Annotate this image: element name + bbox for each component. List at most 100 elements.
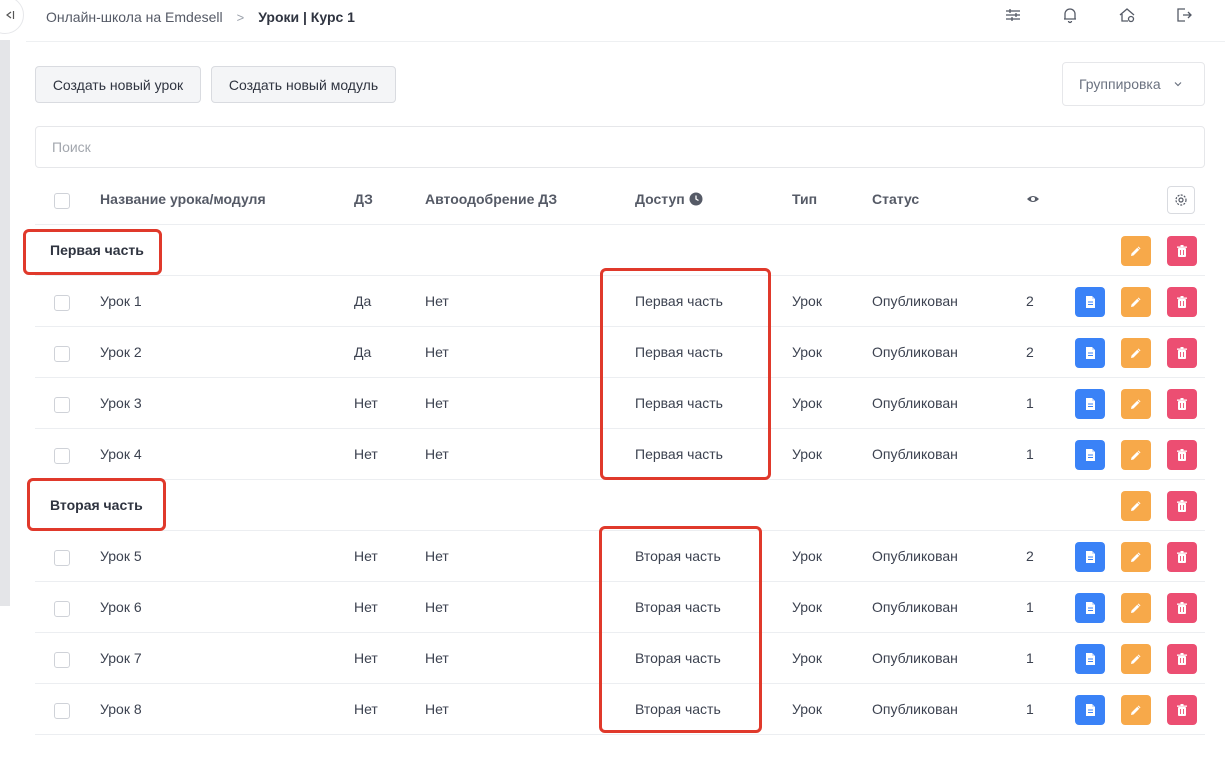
lesson-homework: Нет xyxy=(354,395,378,411)
lesson-row[interactable]: Урок 3 Нет Нет Первая часть Урок Опублик… xyxy=(35,378,1205,429)
open-lesson-icon xyxy=(1083,652,1097,666)
header-homework[interactable]: ДЗ xyxy=(354,174,373,224)
open-lesson-button[interactable] xyxy=(1075,338,1105,368)
module-title[interactable]: Вторая часть xyxy=(50,480,143,530)
delete-lesson-button[interactable] xyxy=(1167,593,1197,623)
home-settings-icon[interactable] xyxy=(1118,6,1138,26)
edit-lesson-button[interactable] xyxy=(1121,542,1151,572)
header-access[interactable]: Доступ xyxy=(635,174,703,224)
delete-module-button[interactable] xyxy=(1167,491,1197,521)
module-row[interactable]: Первая часть xyxy=(35,225,1205,276)
lesson-row[interactable]: Урок 5 Нет Нет Вторая часть Урок Опублик… xyxy=(35,531,1205,582)
open-lesson-button[interactable] xyxy=(1075,593,1105,623)
header-auto-approve[interactable]: Автоодобрение ДЗ xyxy=(425,174,557,224)
filter-sliders-icon[interactable] xyxy=(1004,6,1024,26)
delete-lesson-button[interactable] xyxy=(1167,440,1197,470)
create-module-button[interactable]: Создать новый модуль xyxy=(211,66,396,103)
open-lesson-button[interactable] xyxy=(1075,389,1105,419)
row-checkbox[interactable] xyxy=(54,703,70,719)
lesson-row[interactable]: Урок 6 Нет Нет Вторая часть Урок Опублик… xyxy=(35,582,1205,633)
lesson-status: Опубликован xyxy=(872,701,958,717)
delete-lesson-icon xyxy=(1175,346,1189,360)
left-rail xyxy=(0,0,24,758)
lesson-auto-approve: Нет xyxy=(425,344,449,360)
lesson-row[interactable]: Урок 2 Да Нет Первая часть Урок Опублико… xyxy=(35,327,1205,378)
edit-lesson-icon xyxy=(1129,295,1143,309)
breadcrumb: Онлайн-школа на Emdesell > Уроки | Курс … xyxy=(46,9,355,25)
module-row[interactable]: Вторая часть xyxy=(35,480,1205,531)
edit-lesson-button[interactable] xyxy=(1121,644,1151,674)
lesson-auto-approve: Нет xyxy=(425,446,449,462)
edit-module-button[interactable] xyxy=(1121,491,1151,521)
select-all-checkbox[interactable] xyxy=(54,193,70,209)
edit-lesson-icon xyxy=(1129,652,1143,666)
lesson-name[interactable]: Урок 2 xyxy=(100,327,142,377)
delete-lesson-icon xyxy=(1175,295,1189,309)
logout-icon[interactable] xyxy=(1175,6,1195,26)
breadcrumb-school-link[interactable]: Онлайн-школа на Emdesell xyxy=(46,9,223,25)
lesson-name[interactable]: Урок 8 xyxy=(100,684,142,734)
header-views[interactable] xyxy=(1026,174,1040,224)
bell-icon[interactable] xyxy=(1061,6,1081,26)
edit-lesson-button[interactable] xyxy=(1121,338,1151,368)
edit-lesson-button[interactable] xyxy=(1121,287,1151,317)
header-name[interactable]: Название урока/модуля xyxy=(100,174,266,224)
lesson-homework: Нет xyxy=(354,599,378,615)
delete-lesson-icon xyxy=(1175,550,1189,564)
edit-lesson-icon xyxy=(1129,346,1143,360)
row-checkbox[interactable] xyxy=(54,448,70,464)
open-lesson-button[interactable] xyxy=(1075,287,1105,317)
row-checkbox[interactable] xyxy=(54,346,70,362)
open-lesson-button[interactable] xyxy=(1075,644,1105,674)
sidebar-scrollbar[interactable] xyxy=(0,40,10,606)
header-status[interactable]: Статус xyxy=(872,174,919,224)
delete-lesson-button[interactable] xyxy=(1167,542,1197,572)
row-checkbox[interactable] xyxy=(54,397,70,413)
edit-lesson-icon xyxy=(1129,448,1143,462)
header-type[interactable]: Тип xyxy=(792,174,817,224)
grouping-dropdown[interactable]: Группировка xyxy=(1062,62,1205,106)
delete-lesson-button[interactable] xyxy=(1167,389,1197,419)
module-title[interactable]: Первая часть xyxy=(50,225,144,275)
delete-lesson-button[interactable] xyxy=(1167,338,1197,368)
row-checkbox[interactable] xyxy=(54,550,70,566)
lesson-row[interactable]: Урок 1 Да Нет Первая часть Урок Опублико… xyxy=(35,276,1205,327)
create-lesson-button[interactable]: Создать новый урок xyxy=(35,66,201,103)
edit-lesson-button[interactable] xyxy=(1121,440,1151,470)
lesson-status: Опубликован xyxy=(872,293,958,309)
edit-lesson-button[interactable] xyxy=(1121,389,1151,419)
table-settings-button[interactable] xyxy=(1167,186,1195,214)
open-lesson-button[interactable] xyxy=(1075,440,1105,470)
edit-lesson-button[interactable] xyxy=(1121,695,1151,725)
lesson-auto-approve: Нет xyxy=(425,701,449,717)
lesson-name[interactable]: Урок 6 xyxy=(100,582,142,632)
lesson-auto-approve: Нет xyxy=(425,548,449,564)
open-lesson-icon xyxy=(1083,550,1097,564)
lesson-name[interactable]: Урок 7 xyxy=(100,633,142,683)
lesson-type: Урок xyxy=(792,701,822,717)
lesson-name[interactable]: Урок 5 xyxy=(100,531,142,581)
lesson-row[interactable]: Урок 8 Нет Нет Вторая часть Урок Опублик… xyxy=(35,684,1205,735)
edit-module-button[interactable] xyxy=(1121,236,1151,266)
lesson-name[interactable]: Урок 4 xyxy=(100,429,142,479)
lesson-name[interactable]: Урок 1 xyxy=(100,276,142,326)
delete-lesson-icon xyxy=(1175,652,1189,666)
edit-lesson-button[interactable] xyxy=(1121,593,1151,623)
row-checkbox[interactable] xyxy=(54,295,70,311)
open-lesson-button[interactable] xyxy=(1075,542,1105,572)
open-lesson-button[interactable] xyxy=(1075,695,1105,725)
lesson-row[interactable]: Урок 7 Нет Нет Вторая часть Урок Опублик… xyxy=(35,633,1205,684)
delete-lesson-button[interactable] xyxy=(1167,644,1197,674)
lesson-name[interactable]: Урок 3 xyxy=(100,378,142,428)
edit-lesson-icon xyxy=(1129,550,1143,564)
collapse-sidebar-button[interactable] xyxy=(0,0,24,34)
row-checkbox[interactable] xyxy=(54,601,70,617)
row-checkbox[interactable] xyxy=(54,652,70,668)
delete-lesson-button[interactable] xyxy=(1167,695,1197,725)
delete-lesson-button[interactable] xyxy=(1167,287,1197,317)
clock-icon xyxy=(689,192,703,206)
search-input[interactable]: Поиск xyxy=(35,126,1205,168)
lesson-row[interactable]: Урок 4 Нет Нет Первая часть Урок Опублик… xyxy=(35,429,1205,480)
lesson-access: Первая часть xyxy=(635,395,723,411)
delete-module-button[interactable] xyxy=(1167,236,1197,266)
